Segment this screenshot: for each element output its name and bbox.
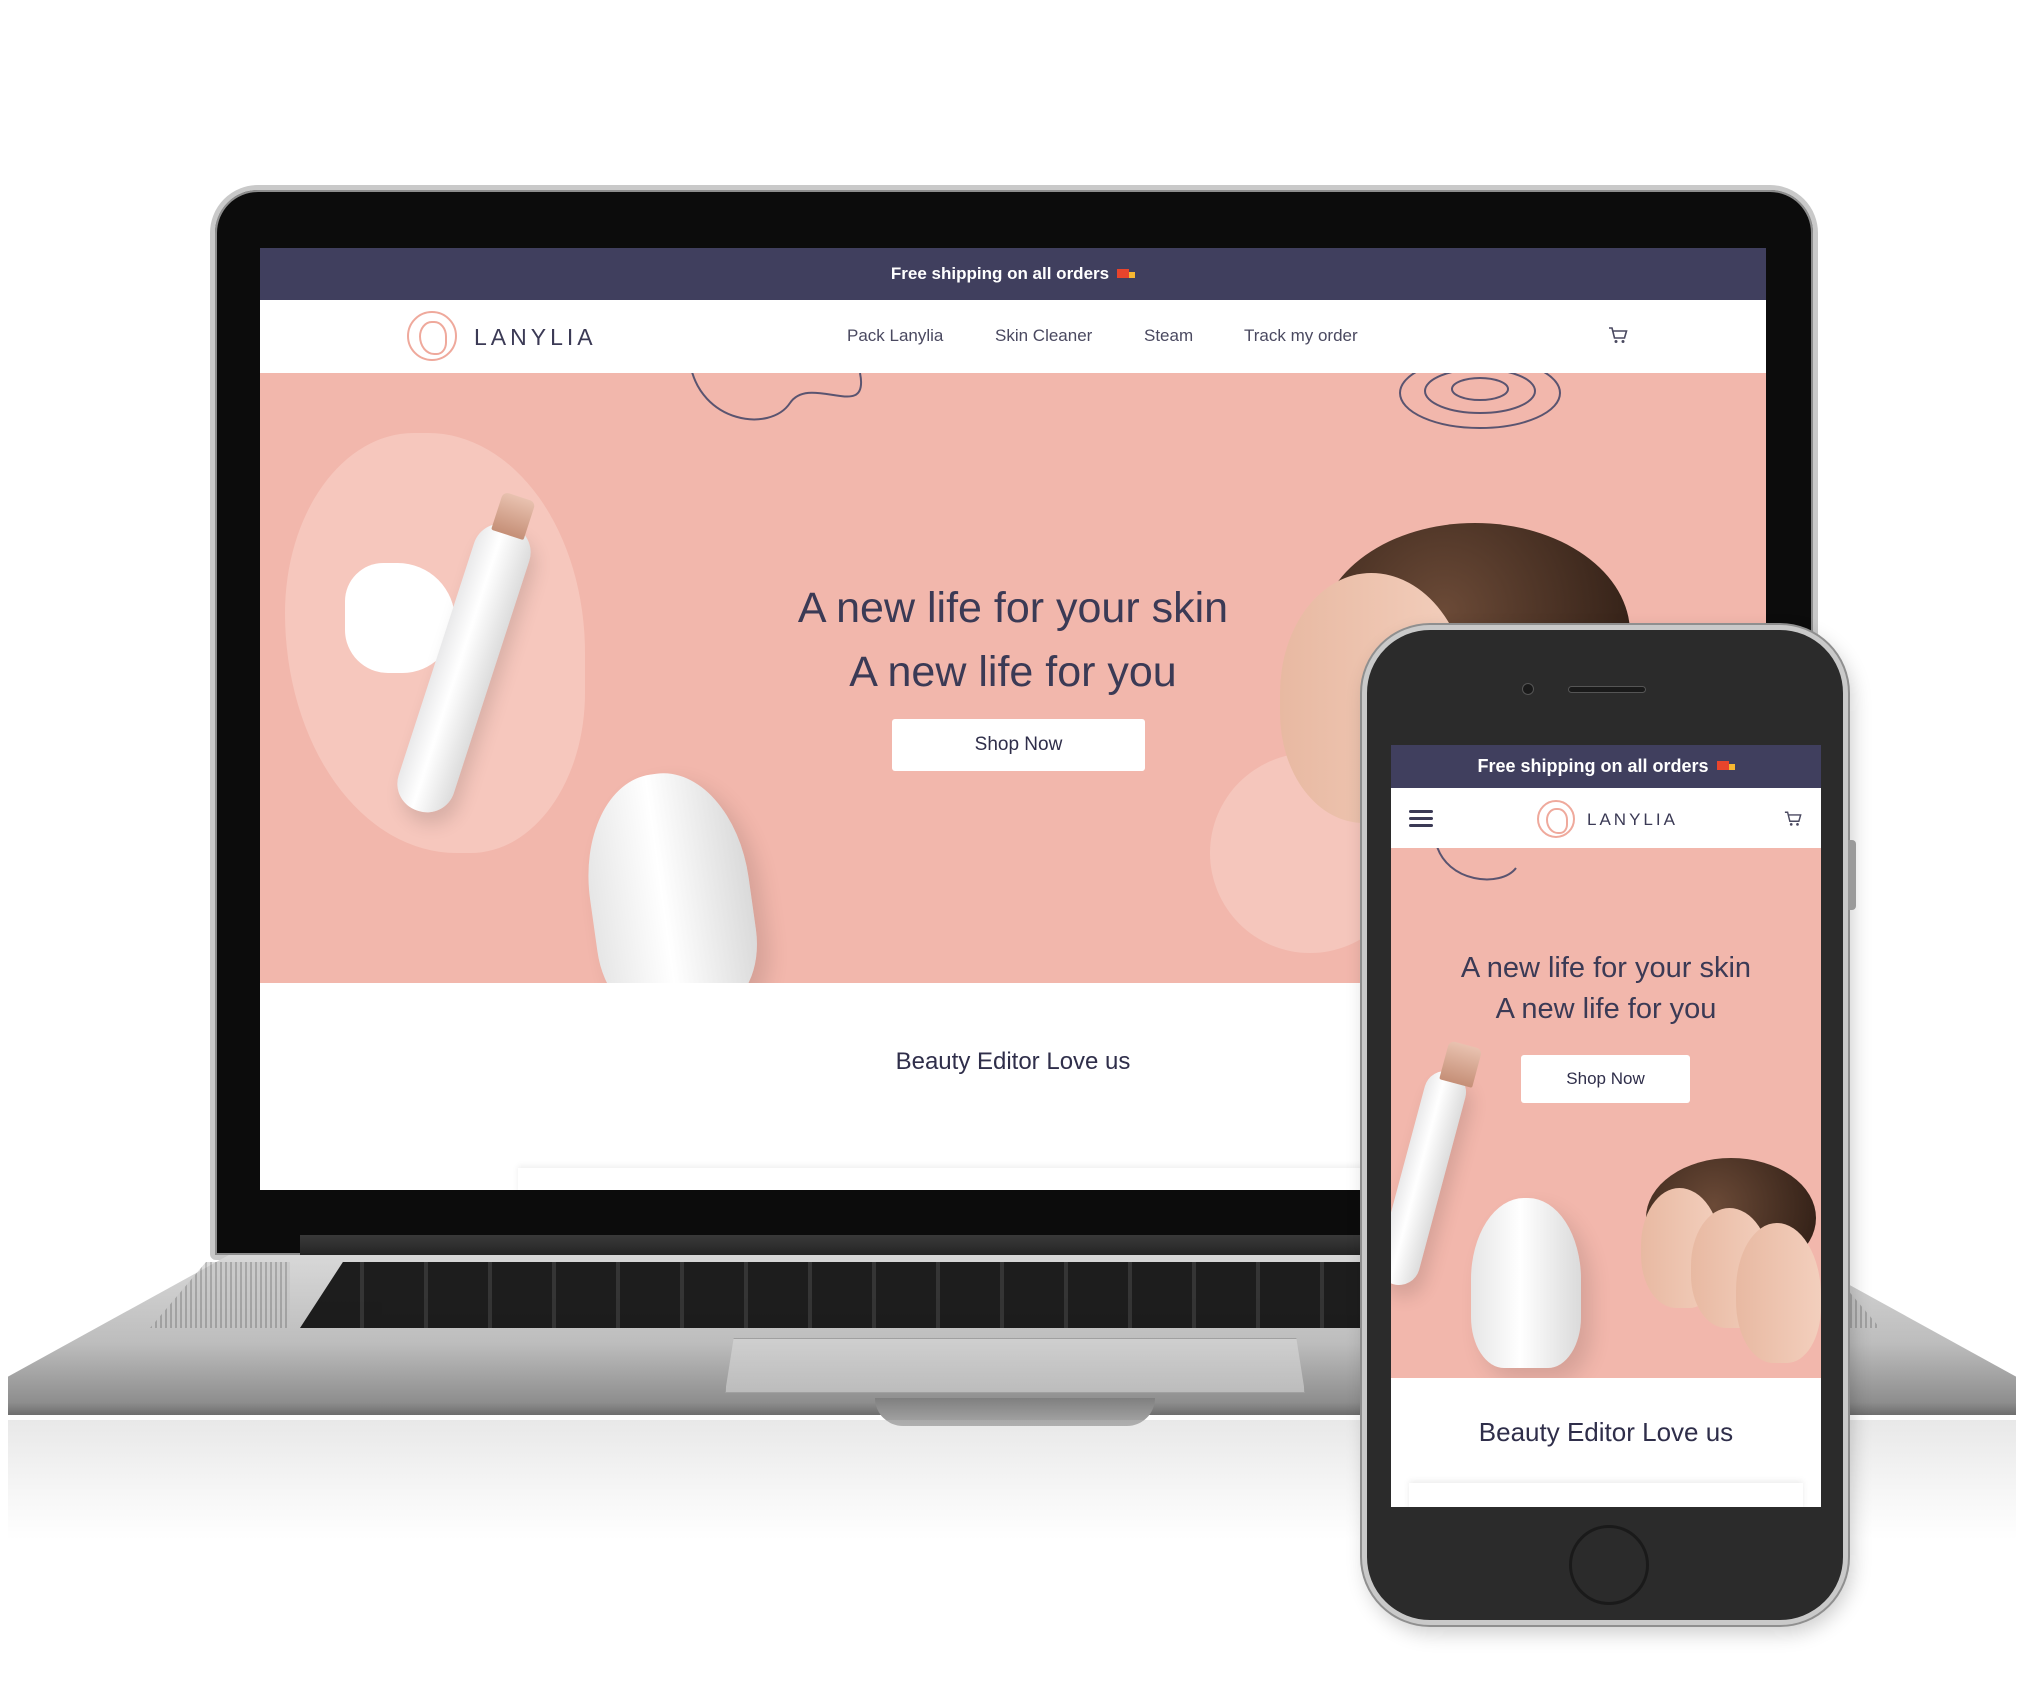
mobile-shipping-banner: Free shipping on all orders [1391,745,1821,788]
logo-icon[interactable] [407,311,457,361]
nav-skin-cleaner[interactable]: Skin Cleaner [995,326,1092,346]
nav-track-my-order[interactable]: Track my order [1244,326,1358,346]
phone-speaker [1568,686,1646,693]
mobile-header: LANYLIA [1391,788,1821,848]
phone-side-button [1848,840,1856,910]
phone-screen: Free shipping on all orders LANYLIA A ne… [1391,745,1821,1507]
logo-icon[interactable] [1537,800,1575,838]
phone-camera [1522,683,1534,695]
phone-home-button[interactable] [1569,1525,1649,1605]
mobile-hero-title: A new life for your skin A new life for … [1391,948,1821,1030]
model-face-image-3 [1736,1223,1821,1363]
brand-logo-text[interactable]: LANYLIA [474,324,597,351]
menu-icon[interactable] [1409,810,1433,828]
line-art-decoration [1436,848,1517,881]
shipping-banner: Free shipping on all orders [260,248,1766,300]
rose-line-art [1399,373,1561,429]
site-header: LANYLIA Pack Lanylia Skin Cleaner Steam … [260,300,1766,373]
mobile-shop-now-button[interactable]: Shop Now [1521,1055,1690,1103]
nav-steam[interactable]: Steam [1144,326,1193,346]
skin-cleaner-device-image [1391,1066,1471,1290]
shipping-banner-text: Free shipping on all orders [890,264,1110,283]
line-art-decoration [691,373,863,421]
mobile-shipping-banner-text: Free shipping on all orders [1477,756,1709,776]
steamer-device-image [1471,1198,1581,1368]
mobile-hero-section: A new life for your skin A new life for … [1391,848,1821,1378]
steamer-device-image [574,763,766,983]
mobile-hero-title-line1: A new life for your skin [1460,952,1752,984]
mobile-content-card [1409,1483,1803,1507]
truck-icon [1716,761,1735,772]
cart-icon[interactable] [1784,811,1802,827]
laptop-trackpad [725,1338,1305,1393]
shop-now-button[interactable]: Shop Now [892,719,1145,771]
mobile-section-title: Beauty Editor Love us [1478,1417,1734,1447]
truck-icon [1117,268,1136,280]
nav-pack-lanylia[interactable]: Pack Lanylia [847,326,943,346]
mobile-brand-logo-text[interactable]: LANYLIA [1587,810,1678,830]
cart-icon[interactable] [1608,327,1628,344]
mobile-hero-title-line2: A new life for you [1495,993,1717,1025]
